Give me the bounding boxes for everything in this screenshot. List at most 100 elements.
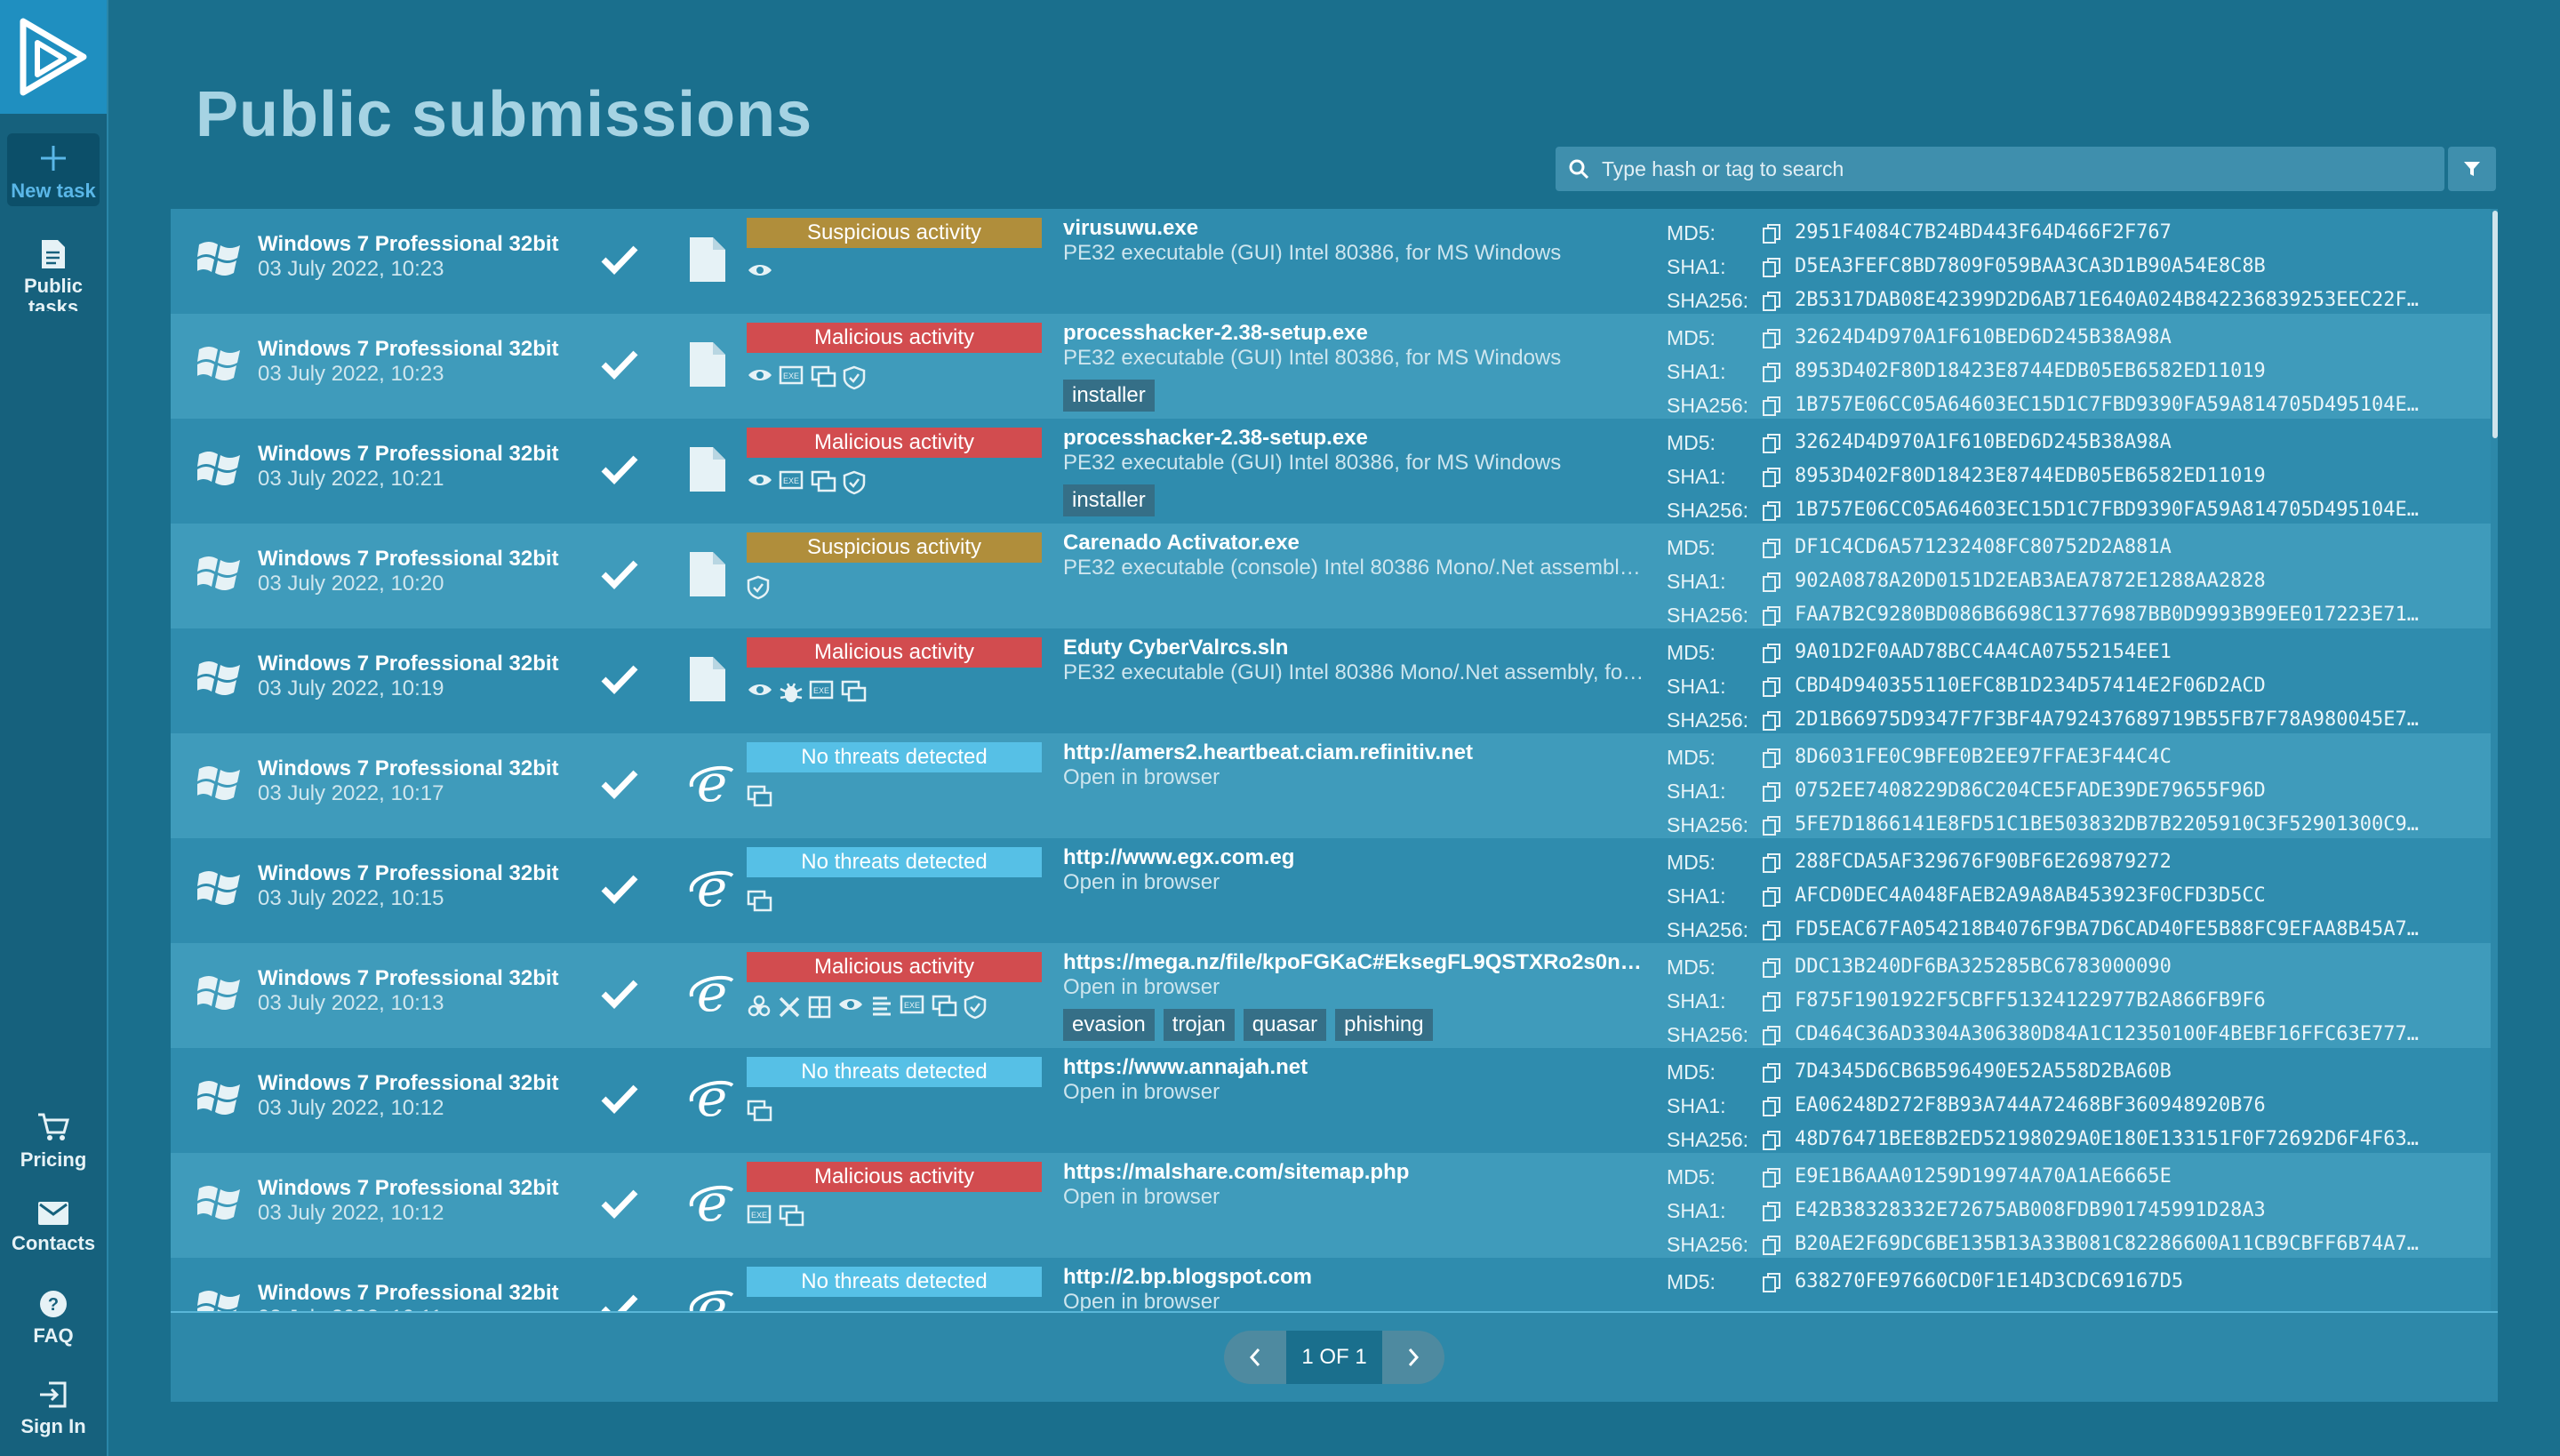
task-name[interactable]: virusuwu.exe	[1063, 216, 1650, 241]
tag-evasion[interactable]: evasion	[1063, 1009, 1155, 1041]
task-name[interactable]: processhacker-2.38-setup.exe	[1063, 321, 1650, 346]
task-name[interactable]: http://amers2.heartbeat.ciam.refinitiv.n…	[1063, 740, 1650, 765]
sha256-line: SHA256: 48D76471BEE8B2ED52198029A0E180E13…	[1667, 1123, 2491, 1156]
verdict-badge: Malicious activity	[747, 1162, 1042, 1192]
task-name[interactable]: Carenado Activator.exe	[1063, 531, 1650, 556]
task-name[interactable]: http://www.egx.com.eg	[1063, 845, 1650, 870]
task-name[interactable]: https://www.annajah.net	[1063, 1055, 1650, 1080]
tag-phishing[interactable]: phishing	[1335, 1009, 1433, 1041]
sign-in-nav[interactable]: Sign In	[0, 1380, 107, 1438]
table-row[interactable]: Windows 7 Professional 32bit03 July 2022…	[171, 733, 2491, 838]
sha256-value[interactable]: 2B5317DAB08E42399D2D6AB71E640A024B842236…	[1795, 284, 2490, 317]
hash-block: MD5: 32624D4D970A1F610BED6D245B38A98A SHA1…	[1667, 426, 2491, 527]
checkmark-icon	[601, 244, 638, 279]
tag-quasar[interactable]: quasar	[1243, 1009, 1327, 1041]
file-icon	[688, 236, 727, 288]
windows-icon	[747, 785, 773, 812]
new-task-button[interactable]: New task	[7, 133, 100, 206]
shield-icon	[964, 995, 987, 1024]
tag-installer[interactable]: installer	[1063, 484, 1155, 516]
logo[interactable]	[0, 0, 107, 114]
task-name[interactable]: https://mega.nz/file/kpoFGKaC#EksegFL9QS…	[1063, 950, 1650, 975]
table-row[interactable]: Windows 7 Professional 32bit03 July 2022…	[171, 628, 2491, 733]
sha256-value[interactable]: 1B757E06CC05A64603EC15D1C7FBD9390FA59A81…	[1795, 493, 2490, 527]
copy-icon[interactable]	[1762, 1272, 1781, 1307]
task-name[interactable]: http://2.bp.blogspot.com	[1063, 1265, 1650, 1290]
sha1-line: SHA1: CBD4D940355110EFC8B1D234D57414E2F06…	[1667, 669, 2491, 703]
sha256-value[interactable]: CD464C36AD3304A306380D84A1C12350100F4BEB…	[1795, 1018, 2490, 1052]
sha256-value[interactable]: FAA7B2C9280BD086B6698C13776987BB0D9993B9…	[1795, 598, 2490, 632]
table-row[interactable]: Windows 7 Professional 32bit03 July 2022…	[171, 1258, 2491, 1311]
filter-button[interactable]	[2448, 147, 2496, 191]
task-name[interactable]: processhacker-2.38-setup.exe	[1063, 426, 1650, 451]
sha256-value[interactable]: 5FE7D1866141E8FD51C1BE503832DB7B2205910C…	[1795, 808, 2490, 842]
faq-nav[interactable]: ? FAQ	[0, 1289, 107, 1348]
md5-value[interactable]: DF1C4CD6A571232408FC80752D2A881A	[1795, 531, 2490, 564]
table-row[interactable]: Windows 7 Professional 32bit03 July 2022…	[171, 838, 2491, 943]
faq-label: FAQ	[33, 1324, 74, 1347]
windows-icon	[747, 1100, 773, 1127]
svg-text:EXE: EXE	[783, 476, 799, 485]
sha1-value[interactable]: D5EA3FEFC8BD7809F059BAA3CA3D1B90A54E8C8B	[1795, 250, 2490, 284]
md5-value[interactable]: DDC13B240DF6BA325285BC6783000090	[1795, 950, 2490, 984]
table-row[interactable]: Windows 7 Professional 32bit03 July 2022…	[171, 524, 2491, 628]
md5-value[interactable]: 2951F4084C7B24BD443F64D466F2F767	[1795, 216, 2490, 250]
public-tasks-nav[interactable]: Public tasks	[0, 238, 107, 311]
next-page-button[interactable]	[1382, 1331, 1444, 1384]
task-name[interactable]: Eduty CyberValrcs.sln	[1063, 636, 1650, 660]
cart-icon	[38, 1113, 69, 1140]
tag-installer[interactable]: installer	[1063, 380, 1155, 412]
md5-value[interactable]: E9E1B6AAA01259D19974A70A1AE6665E	[1795, 1160, 2490, 1194]
sha256-value[interactable]: 48D76471BEE8B2ED52198029A0E180E133151F0F…	[1795, 1123, 2490, 1156]
submission-date: 03 July 2022, 10:23	[258, 362, 444, 386]
os-name: Windows 7 Professional 32bit	[258, 232, 559, 256]
scroll-thumb[interactable]	[2492, 211, 2498, 438]
table-row[interactable]: Windows 7 Professional 32bit03 July 2022…	[171, 419, 2491, 524]
table-row[interactable]: Windows 7 Professional 32bit03 July 2022…	[171, 314, 2491, 419]
md5-value[interactable]: 32624D4D970A1F610BED6D245B38A98A	[1795, 321, 2490, 355]
table-row[interactable]: Windows 7 Professional 32bit03 July 2022…	[171, 943, 2491, 1048]
doc-icon	[869, 995, 894, 1024]
tag-trojan[interactable]: trojan	[1163, 1009, 1235, 1041]
md5-value[interactable]: 32624D4D970A1F610BED6D245B38A98A	[1795, 426, 2490, 460]
table-row[interactable]: Windows 7 Professional 32bit03 July 2022…	[171, 209, 2491, 314]
md5-value[interactable]: 7D4345D6CB6B596490E52A558D2BA60B	[1795, 1055, 2490, 1089]
md5-line: MD5: 2951F4084C7B24BD443F64D466F2F767	[1667, 216, 2491, 250]
sha256-value[interactable]: FD5EAC67FA054218B4076F9BA7D6CAD40FE5B88F…	[1795, 913, 2490, 947]
sha256-value[interactable]: 2D1B66975D9347F7F3BF4A792437689719B55FB7…	[1795, 703, 2490, 737]
sha1-value[interactable]: 8953D402F80D18423E8744EDB05EB6582ED11019	[1795, 355, 2490, 388]
sha1-value[interactable]: EA06248D272F8B93A744A72468BF360948920B76	[1795, 1089, 2490, 1123]
table-row[interactable]: Windows 7 Professional 32bit03 July 2022…	[171, 1153, 2491, 1258]
sha1-value[interactable]: 902A0878A20D0151D2EAB3AEA7872E1288AA2828	[1795, 564, 2490, 598]
prev-page-button[interactable]	[1224, 1331, 1286, 1384]
md5-value[interactable]: 288FCDA5AF329676F90BF6E269879272	[1795, 845, 2490, 879]
search-input[interactable]	[1600, 156, 2444, 182]
sha256-value[interactable]: B20AE2F69DC6BE135B13A33B081C82286600A11C…	[1795, 1228, 2490, 1261]
md5-value[interactable]: 638270FE97660CD0F1E14D3CDC69167D5	[1795, 1265, 2490, 1299]
submission-date: 03 July 2022, 10:12	[258, 1096, 444, 1120]
sha1-value[interactable]: CBD4D940355110EFC8B1D234D57414E2F06D2ACD	[1795, 669, 2490, 703]
filter-icon	[2464, 162, 2480, 176]
sha1-value[interactable]: 8953D402F80D18423E8744EDB05EB6582ED11019	[1795, 460, 2490, 493]
sha1-value[interactable]: 0752EE7408229D86C204CE5FADE39DE79655F96D	[1795, 774, 2490, 808]
md5-value[interactable]: 9A01D2F0AAD78BCC4A4CA07552154EE1	[1795, 636, 2490, 669]
md5-line: MD5: 32624D4D970A1F610BED6D245B38A98A	[1667, 426, 2491, 460]
checkmark-icon	[601, 769, 638, 804]
indicator-icons: EXE	[747, 680, 868, 709]
scrollbar[interactable]	[2491, 209, 2498, 1311]
os-name: Windows 7 Professional 32bit	[258, 756, 559, 780]
md5-label: MD5:	[1667, 746, 1716, 769]
contacts-nav[interactable]: Contacts	[0, 1200, 107, 1255]
task-name[interactable]: https://malshare.com/sitemap.php	[1063, 1160, 1650, 1185]
sha1-value[interactable]: E42B38328332E72675AB008FDB901745991D28A3	[1795, 1194, 2490, 1228]
table-row[interactable]: Windows 7 Professional 32bit03 July 2022…	[171, 1048, 2491, 1153]
md5-label: MD5:	[1667, 1060, 1716, 1084]
pricing-nav[interactable]: Pricing	[0, 1111, 107, 1172]
sha1-value[interactable]: AFCD0DEC4A048FAEB2A9A8AB453923F0CFD3D5CC	[1795, 879, 2490, 913]
sha256-line: SHA256: 2D1B66975D9347F7F3BF4A79243768971…	[1667, 703, 2491, 737]
md5-value[interactable]: 8D6031FE0C9BFE0B2EE97FFAE3F44C4C	[1795, 740, 2490, 774]
sha1-value[interactable]: F875F1901922F5CBFF51324122977B2A866FB9F6	[1795, 984, 2490, 1018]
help-circle-icon: ?	[40, 1291, 67, 1317]
sha1-label: SHA1:	[1667, 570, 1726, 593]
sha256-value[interactable]: 1B757E06CC05A64603EC15D1C7FBD9390FA59A81…	[1795, 388, 2490, 422]
